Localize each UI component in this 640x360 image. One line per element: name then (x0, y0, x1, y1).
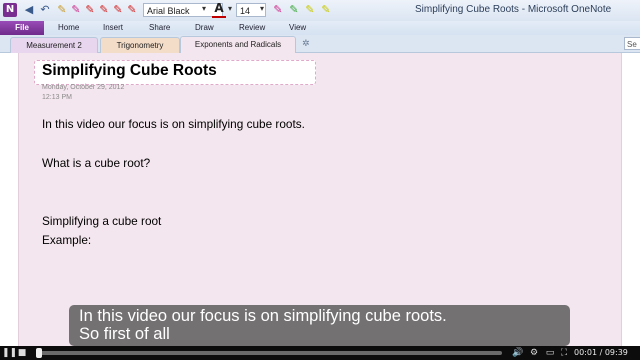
time-display: 00:01 / 09:39 (574, 348, 628, 357)
fullscreen-icon[interactable]: ⛶ (558, 347, 570, 359)
pen-tool-icon[interactable]: ✎ (112, 4, 124, 16)
note-line[interactable]: What is a cube root? (42, 156, 150, 170)
highlighter-icon[interactable]: ✎ (304, 4, 316, 16)
page-time: 12:13 PM (42, 94, 72, 101)
section-tab-measurement-2[interactable]: Measurement 2 (10, 37, 98, 53)
settings-icon[interactable]: ⚙ (528, 347, 540, 359)
pen-tool-icon[interactable]: ✎ (56, 4, 68, 16)
section-tab-exponents-and-radicals[interactable]: Exponents and Radicals (180, 36, 296, 54)
pen-tool-icon[interactable]: ✎ (126, 4, 138, 16)
tab-draw[interactable]: Draw (195, 21, 214, 35)
title-bar: N ◀ ↶ ✎ ✎ ✎ ✎ ✎ ✎ Arial Black ▾ A ▾ 14 ▾… (0, 0, 640, 22)
tab-view[interactable]: View (289, 21, 306, 35)
highlighter-icon[interactable]: ✎ (288, 4, 300, 16)
stop-icon[interactable]: ■ (16, 347, 28, 359)
pen-tool-icon[interactable]: ✎ (84, 4, 96, 16)
font-name-box[interactable]: Arial Black (143, 3, 223, 17)
seek-bar[interactable] (36, 348, 502, 358)
section-tab-trigonometry[interactable]: Trigonometry (100, 37, 180, 53)
chevron-down-icon[interactable]: ▾ (228, 4, 232, 13)
subtitle-caption: In this video our focus is on simplifyin… (69, 305, 570, 346)
seek-handle[interactable] (36, 348, 42, 358)
pen-tool-icon[interactable]: ✎ (98, 4, 110, 16)
tab-home[interactable]: Home (58, 21, 79, 35)
subtitles-icon[interactable]: ▭ (544, 347, 556, 359)
volume-icon[interactable]: 🔊 (512, 347, 524, 359)
highlighter-icon[interactable]: ✎ (272, 4, 284, 16)
highlighter-icon[interactable]: ✎ (320, 4, 332, 16)
back-icon[interactable]: ◀ (22, 3, 36, 17)
search-input[interactable]: Se (624, 37, 640, 50)
undo-icon[interactable]: ↶ (38, 3, 52, 17)
chevron-down-icon[interactable]: ▾ (202, 4, 206, 13)
font-color-button[interactable]: A (212, 2, 226, 18)
tab-review[interactable]: Review (239, 21, 265, 35)
subtitle-line: In this video our focus is on simplifyin… (79, 307, 447, 325)
chevron-down-icon[interactable]: ▾ (260, 4, 264, 13)
pen-tool-icon[interactable]: ✎ (70, 4, 82, 16)
page-date: Monday, October 29, 2012 (42, 84, 125, 91)
note-page[interactable]: Simplifying Cube Roots Monday, October 2… (18, 53, 622, 346)
subtitle-line: So first of all (79, 325, 170, 343)
window-title: Simplifying Cube Roots - Microsoft OneNo… (415, 4, 612, 15)
note-line[interactable]: Simplifying a cube root (42, 214, 161, 228)
pause-icon[interactable]: ❚❚ (2, 347, 17, 359)
onenote-app-icon[interactable]: N (3, 3, 17, 17)
tab-file[interactable]: File (0, 21, 44, 35)
page-title: Simplifying Cube Roots (42, 62, 217, 79)
ribbon-tabs: File Home Insert Share Draw Review View (0, 21, 640, 36)
tab-insert[interactable]: Insert (103, 21, 123, 35)
onenote-window: N ◀ ↶ ✎ ✎ ✎ ✎ ✎ ✎ Arial Black ▾ A ▾ 14 ▾… (0, 0, 640, 346)
tab-share[interactable]: Share (149, 21, 170, 35)
note-line[interactable]: In this video our focus is on simplifyin… (42, 117, 305, 131)
note-line[interactable]: Example: (42, 233, 91, 247)
new-section-icon[interactable]: ✲ (302, 39, 310, 49)
page-area: Simplifying Cube Roots Monday, October 2… (0, 53, 640, 346)
section-tabs: Measurement 2 Trigonometry Exponents and… (0, 35, 640, 54)
page-title-box[interactable]: Simplifying Cube Roots (34, 60, 316, 85)
video-player-bar: ❚❚ ■ 🔊 ⚙ ▭ ⛶ 00:01 / 09:39 (0, 346, 640, 360)
